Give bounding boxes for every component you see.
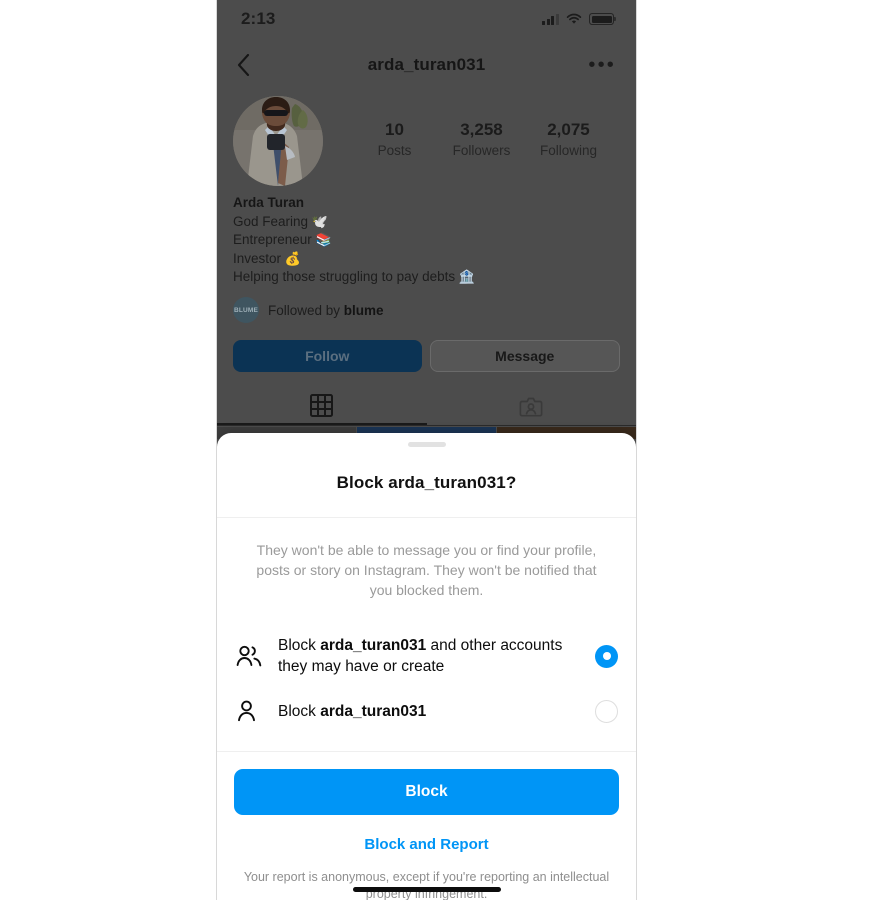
bio-line: Entrepreneur 📚 xyxy=(233,231,620,250)
dove-emoji: 🕊️ xyxy=(311,213,328,229)
bio-text: Investor xyxy=(233,250,285,266)
page-title: arda_turan031 xyxy=(367,55,486,74)
person-icon xyxy=(235,699,263,723)
block-options: Block arda_turan031 and other accounts t… xyxy=(217,624,636,734)
followers-count: 3,258 xyxy=(460,120,503,139)
people-group-icon xyxy=(235,644,263,668)
tab-grid[interactable] xyxy=(217,388,427,425)
cellular-bars-icon xyxy=(542,13,559,25)
followers-label: Followers xyxy=(452,143,511,158)
profile-navbar: arda_turan031 ••• xyxy=(217,40,636,90)
grid-icon xyxy=(310,394,334,417)
follow-button[interactable]: Follow xyxy=(233,340,422,372)
bio-text: Helping those struggling to pay debts xyxy=(233,269,459,285)
blume-avatar: BLUME xyxy=(233,297,259,323)
block-bottom-sheet: Block arda_turan031? They won't be able … xyxy=(217,433,636,900)
bio-line: Helping those struggling to pay debts 🏦 xyxy=(233,268,620,287)
option-block-user-only[interactable]: Block arda_turan031 xyxy=(217,688,636,734)
status-time: 2:13 xyxy=(241,9,276,28)
tagged-photos-icon xyxy=(519,397,543,417)
following-label: Following xyxy=(539,143,598,158)
followed-by-row[interactable]: BLUME Followed by blume xyxy=(233,297,384,323)
money-bag-emoji: 💰 xyxy=(284,250,301,266)
option-username: arda_turan031 xyxy=(320,637,427,654)
books-emoji: 📚 xyxy=(315,232,332,248)
profile-display-name: Arda Turan xyxy=(233,195,305,210)
bio-line: Investor 💰 xyxy=(233,250,620,269)
tab-tagged[interactable] xyxy=(427,388,637,425)
profile-stats: 10 Posts 3,258 Followers 2,075 Following xyxy=(323,96,620,160)
stat-followers[interactable]: 3,258 Followers xyxy=(451,119,513,160)
profile-header: 10 Posts 3,258 Followers 2,075 Following xyxy=(217,96,636,186)
profile-tabbar xyxy=(217,388,636,426)
wifi-icon xyxy=(566,13,582,25)
radio-block-and-other-accounts[interactable] xyxy=(595,644,618,668)
sheet-description: They won't be able to message you or fin… xyxy=(256,542,597,598)
battery-icon xyxy=(589,13,617,25)
option-label: Block arda_turan031 and other accounts t… xyxy=(278,635,580,677)
screenshot-root: 2:13 arda_turan031 ••• 10 Posts 3,258 Fo… xyxy=(0,0,873,900)
option-username: arda_turan031 xyxy=(320,702,427,720)
bank-emoji: 🏦 xyxy=(458,269,476,285)
bio-text: God Fearing xyxy=(233,213,312,229)
stat-following[interactable]: 2,075 Following xyxy=(538,119,600,160)
stat-posts[interactable]: 10 Posts xyxy=(364,119,426,160)
profile-bio: Arda Turan God Fearing 🕊️ Entrepreneur 📚… xyxy=(233,194,620,287)
status-bar: 2:13 xyxy=(217,0,636,38)
bio-text: Entrepreneur xyxy=(233,232,316,248)
posts-count: 10 xyxy=(385,120,404,139)
ellipsis-icon: ••• xyxy=(588,54,616,76)
home-indicator[interactable] xyxy=(352,887,501,892)
sheet-title: Block arda_turan031? xyxy=(336,473,517,492)
profile-avatar[interactable] xyxy=(233,96,323,186)
followed-by-text: Followed by blume xyxy=(268,303,384,318)
posts-label: Posts xyxy=(377,143,412,158)
profile-actions: Follow Message xyxy=(233,340,620,372)
phone-screen: 2:13 arda_turan031 ••• 10 Posts 3,258 Fo… xyxy=(216,0,637,900)
radio-block-user-only[interactable] xyxy=(595,699,618,723)
block-button[interactable]: Block xyxy=(234,769,619,815)
sheet-drag-handle[interactable] xyxy=(407,442,446,447)
following-count: 2,075 xyxy=(547,120,590,139)
back-button[interactable] xyxy=(237,54,271,76)
option-prefix: Block xyxy=(278,637,321,654)
legal-disclaimer: Your report is anonymous, except if you'… xyxy=(243,870,610,900)
followed-by-name: blume xyxy=(343,302,384,318)
option-prefix: Block xyxy=(278,702,321,720)
bio-line: God Fearing 🕊️ xyxy=(233,213,620,232)
option-label: Block arda_turan031 xyxy=(278,701,580,722)
followed-by-prefix: Followed by xyxy=(268,302,344,318)
sheet-footer: Block Block and Report Your report is an… xyxy=(217,752,636,900)
block-and-report-link[interactable]: Block and Report xyxy=(234,836,619,853)
status-icons xyxy=(542,13,617,25)
option-block-and-other-accounts[interactable]: Block arda_turan031 and other accounts t… xyxy=(217,624,636,688)
more-options-button[interactable]: ••• xyxy=(582,54,616,76)
message-button[interactable]: Message xyxy=(429,340,620,372)
